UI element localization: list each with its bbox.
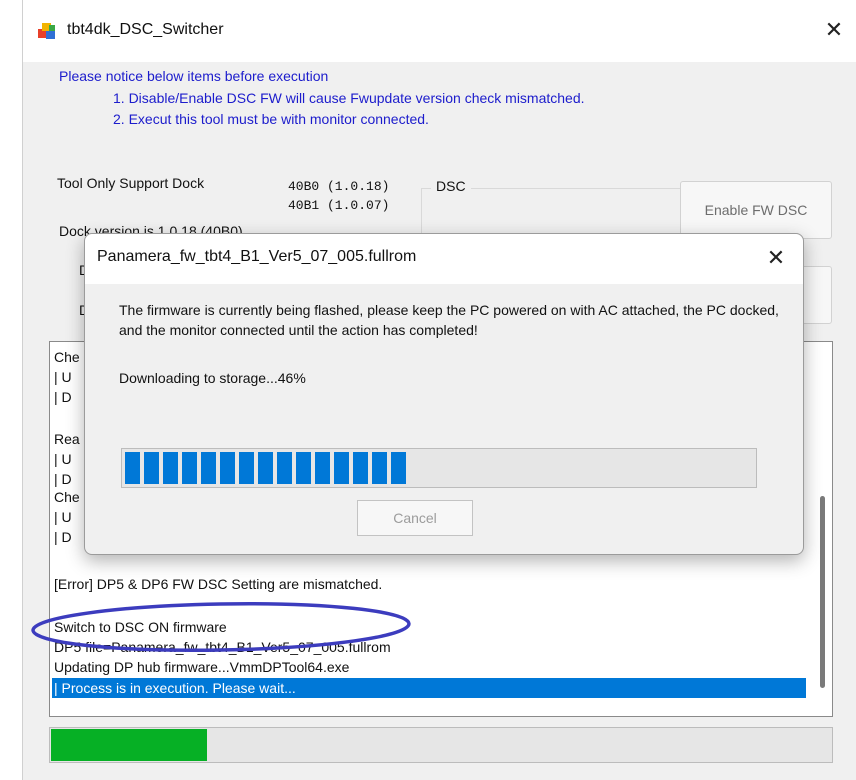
log-line: | U xyxy=(54,369,72,385)
dsc-group-legend: DSC xyxy=(431,178,471,194)
support-version-2: 40B1 (1.0.07) xyxy=(288,198,390,213)
dialog-title: Panamera_fw_tbt4_B1_Ver5_07_005.fullrom xyxy=(97,248,417,265)
notice-heading: Please notice below items before executi… xyxy=(59,68,329,84)
flash-progress-dialog: Panamera_fw_tbt4_B1_Ver5_07_005.fullrom … xyxy=(84,233,804,555)
close-icon[interactable]: ✕ xyxy=(819,16,849,46)
annotation-ellipse xyxy=(31,602,411,652)
progress-segment xyxy=(163,452,178,484)
log-scroll-thumb[interactable] xyxy=(820,496,825,688)
support-version-1: 40B0 (1.0.18) xyxy=(288,179,390,194)
cancel-button[interactable]: Cancel xyxy=(357,500,473,536)
flash-progress-fill xyxy=(125,452,410,484)
progress-segment xyxy=(391,452,406,484)
dialog-close-icon[interactable]: ✕ xyxy=(759,242,793,276)
log-line-error: [Error] DP5 & DP6 FW DSC Setting are mis… xyxy=(54,576,383,592)
progress-segment xyxy=(144,452,159,484)
log-line: Che xyxy=(54,349,80,365)
notice-item-1: 1. Disable/Enable DSC FW will cause Fwup… xyxy=(113,90,585,106)
progress-segment xyxy=(372,452,387,484)
progress-segment xyxy=(182,452,197,484)
log-line: | D xyxy=(54,471,72,487)
log-line: | D xyxy=(54,389,72,405)
log-line: | D xyxy=(54,529,72,545)
progress-segment xyxy=(201,452,216,484)
dialog-title-bar: Panamera_fw_tbt4_B1_Ver5_07_005.fullrom … xyxy=(85,234,803,284)
progress-segment xyxy=(258,452,273,484)
overall-progress-bar xyxy=(49,727,833,763)
progress-segment xyxy=(315,452,330,484)
log-line-selected: | Process is in execution. Please wait..… xyxy=(52,678,806,698)
title-bar: tbt4dk_DSC_Switcher ✕ xyxy=(23,0,856,62)
window-title: tbt4dk_DSC_Switcher xyxy=(67,21,224,38)
progress-segment xyxy=(334,452,349,484)
notice-item-2: 2. Execut this tool must be with monitor… xyxy=(113,111,429,127)
dialog-message: The firmware is currently being flashed,… xyxy=(119,302,779,338)
log-line: Updating DP hub firmware...VmmDPTool64.e… xyxy=(54,659,350,675)
enable-fw-dsc-button[interactable]: Enable FW DSC xyxy=(680,181,832,239)
support-dock-label: Tool Only Support Dock xyxy=(57,175,205,191)
log-line: | U xyxy=(54,451,72,467)
dsc-group-box xyxy=(421,188,693,239)
progress-segment xyxy=(296,452,311,484)
progress-segment xyxy=(277,452,292,484)
log-line: Rea xyxy=(54,431,80,447)
flash-progress-bar xyxy=(121,448,757,488)
progress-segment xyxy=(353,452,368,484)
progress-segment xyxy=(220,452,235,484)
progress-segment xyxy=(239,452,254,484)
colored-cube-icon xyxy=(38,23,55,39)
dialog-status: Downloading to storage...46% xyxy=(119,370,306,386)
overall-progress-fill xyxy=(51,729,207,761)
log-line: | U xyxy=(54,509,72,525)
log-scrollbar[interactable] xyxy=(814,342,832,716)
progress-segment xyxy=(125,452,140,484)
log-line: Che xyxy=(54,489,80,505)
